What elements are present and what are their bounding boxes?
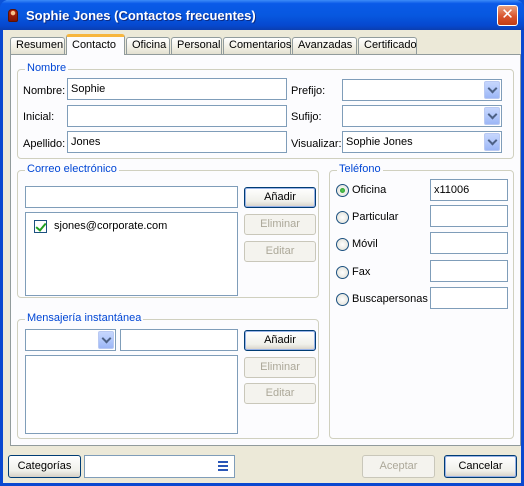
prefijo-label: Prefijo: — [291, 85, 326, 97]
email-input[interactable] — [25, 186, 238, 208]
movil-phone-field[interactable] — [430, 232, 508, 254]
tab-contacto[interactable]: Contacto — [66, 34, 125, 55]
oficina-label[interactable]: Oficina — [352, 184, 386, 196]
im-service-combo[interactable] — [25, 329, 116, 351]
email-checkbox[interactable] — [34, 220, 47, 233]
buscapersonas-label[interactable]: Buscapersonas — [352, 293, 428, 305]
contact-icon — [8, 9, 18, 22]
edit-email-button[interactable]: Editar — [244, 241, 316, 262]
categories-button[interactable]: Categorías — [8, 455, 81, 478]
particular-label[interactable]: Particular — [352, 211, 398, 223]
email-item[interactable]: sjones@corporate.com — [54, 220, 167, 232]
chevron-down-icon[interactable] — [484, 81, 500, 99]
oficina-phone-field[interactable]: x11006 — [430, 179, 508, 201]
chevron-down-icon[interactable] — [484, 133, 500, 151]
im-list[interactable] — [25, 355, 238, 434]
im-address-input[interactable] — [120, 329, 238, 351]
remove-im-button[interactable]: Eliminar — [244, 357, 316, 378]
remove-email-button[interactable]: Eliminar — [244, 214, 316, 235]
telefono-group: Teléfono Oficina x11006 Particular Móvil… — [329, 163, 514, 439]
correo-group: Correo electrónico Añadir sjones@corpora… — [17, 163, 319, 298]
window-title: Sophie Jones (Contactos frecuentes) — [26, 8, 256, 23]
tab-certificado[interactable]: Certificado — [358, 37, 417, 54]
inicial-label: Inicial: — [23, 111, 55, 123]
movil-label[interactable]: Móvil — [352, 238, 378, 250]
edit-im-button[interactable]: Editar — [244, 383, 316, 404]
inicial-field[interactable] — [67, 105, 287, 127]
apellido-field[interactable]: Jones — [67, 131, 287, 153]
visualizar-combo[interactable]: Sophie Jones — [342, 131, 502, 153]
visualizar-value: Sophie Jones — [346, 136, 413, 148]
tab-comentarios[interactable]: Comentarios — [223, 37, 291, 54]
list-icon[interactable] — [218, 461, 228, 471]
nombre-group-title: Nombre — [25, 62, 69, 74]
cancel-button[interactable]: Cancelar — [444, 455, 517, 478]
accept-button[interactable]: Aceptar — [362, 455, 435, 478]
tab-oficina[interactable]: Oficina — [126, 37, 170, 54]
tab-resumen[interactable]: Resumen — [10, 37, 65, 54]
fax-radio[interactable] — [336, 266, 349, 279]
fax-phone-field[interactable] — [430, 260, 508, 282]
add-im-button[interactable]: Añadir — [244, 330, 316, 351]
chevron-down-icon[interactable] — [98, 331, 114, 349]
mensajeria-group-title: Mensajería instantánea — [25, 312, 144, 324]
buscapersonas-phone-field[interactable] — [430, 287, 508, 309]
correo-group-title: Correo electrónico — [25, 163, 119, 175]
fax-label[interactable]: Fax — [352, 266, 370, 278]
close-button[interactable]: ✕ — [497, 5, 518, 26]
add-email-button[interactable]: Añadir — [244, 187, 316, 208]
mensajeria-group: Mensajería instantánea Añadir Eliminar E… — [17, 312, 319, 439]
sufijo-combo[interactable] — [342, 105, 502, 127]
particular-radio[interactable] — [336, 211, 349, 224]
title-bar[interactable]: Sophie Jones (Contactos frecuentes) ✕ — [0, 0, 524, 30]
tab-avanzadas[interactable]: Avanzadas — [292, 37, 357, 54]
chevron-down-icon[interactable] — [484, 107, 500, 125]
email-list[interactable]: sjones@corporate.com — [25, 212, 238, 296]
movil-radio[interactable] — [336, 238, 349, 251]
oficina-radio[interactable] — [336, 184, 349, 197]
nombre-field[interactable]: Sophie — [67, 78, 287, 100]
nombre-label: Nombre: — [23, 85, 66, 97]
prefijo-combo[interactable] — [342, 79, 502, 101]
particular-phone-field[interactable] — [430, 205, 508, 227]
telefono-group-title: Teléfono — [337, 163, 383, 175]
visualizar-label: Visualizar: — [291, 138, 342, 150]
apellido-label: Apellido: — [23, 138, 66, 150]
nombre-group: Nombre Nombre: Sophie Inicial: Apellido:… — [17, 62, 514, 159]
sufijo-label: Sufijo: — [291, 111, 322, 123]
tab-personal[interactable]: Personal — [171, 37, 222, 54]
contact-properties-window: Sophie Jones (Contactos frecuentes) ✕ Re… — [0, 0, 524, 486]
categories-field[interactable] — [84, 455, 235, 478]
contacto-tab-panel: Nombre Nombre: Sophie Inicial: Apellido:… — [10, 54, 521, 446]
buscapersonas-radio[interactable] — [336, 293, 349, 306]
